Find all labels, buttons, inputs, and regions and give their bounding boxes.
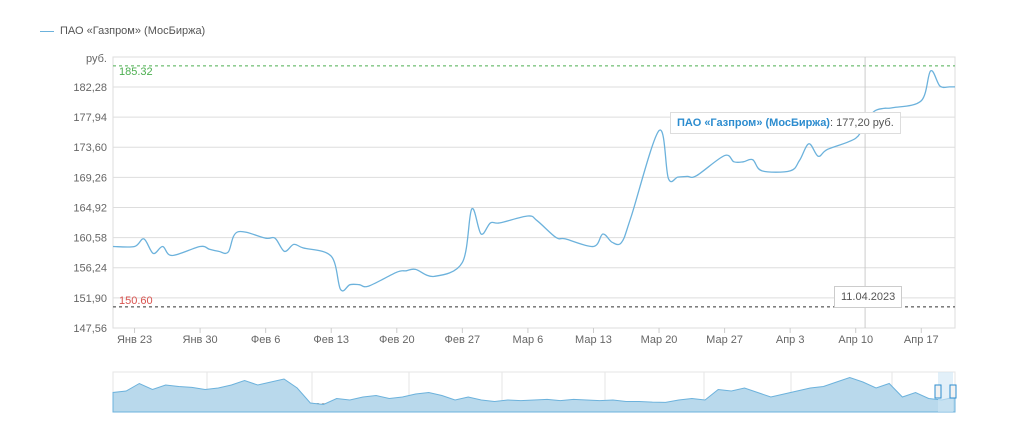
- y-tick-label: 151,90: [73, 293, 107, 305]
- x-tick-label: Янв 30: [183, 334, 218, 346]
- x-tick-label: Апр 3: [776, 334, 805, 346]
- navigator-series: [112, 376, 956, 413]
- min-price-label: 150.60: [119, 295, 153, 307]
- tooltip-series: ПАО «Газпром» (МосБиржа): [677, 117, 830, 129]
- max-price-label: 185.32: [119, 66, 153, 78]
- y-axis-unit: руб.: [86, 53, 107, 65]
- x-tick-label: Фев 13: [313, 334, 349, 346]
- y-tick-label: 160,58: [73, 233, 107, 245]
- x-tick-label: Янв 23: [117, 334, 152, 346]
- x-tick-label: Мар 20: [641, 334, 678, 346]
- y-tick-label: 182,28: [73, 82, 107, 94]
- crosshair-date-label: 11.04.2023: [834, 286, 903, 308]
- y-tick-label: 177,94: [73, 112, 107, 124]
- tooltip: ПАО «Газпром» (МосБиржа): 177,20 руб.: [670, 112, 901, 134]
- navigator-handle-right[interactable]: [949, 384, 957, 399]
- x-tick-label: Фев 6: [251, 334, 281, 346]
- x-tick-label: Мар 13: [575, 334, 612, 346]
- x-tick-label: Фев 20: [379, 334, 415, 346]
- y-tick-label: 156,24: [73, 263, 107, 275]
- price-series-line: [112, 70, 956, 292]
- navigator-handle-left[interactable]: [934, 384, 942, 399]
- tooltip-value: : 177,20 руб.: [829, 117, 894, 129]
- price-chart: 182,28 177,94 173,60 169,26 164,92 160,58 156,…: [73, 53, 957, 413]
- y-tick-label: 164,92: [73, 202, 107, 214]
- y-tick-label: 169,26: [73, 172, 107, 184]
- x-tick-label: Мар 6: [513, 334, 544, 346]
- plot-border: [112, 56, 956, 329]
- y-tick-label: 147,56: [73, 323, 107, 335]
- y-tick-label: 173,60: [73, 142, 107, 154]
- x-tick-label: Мар 27: [706, 334, 743, 346]
- x-tick-label: Апр 10: [838, 334, 873, 346]
- x-tick-label: Апр 17: [904, 334, 939, 346]
- x-tick-label: Фев 27: [445, 334, 481, 346]
